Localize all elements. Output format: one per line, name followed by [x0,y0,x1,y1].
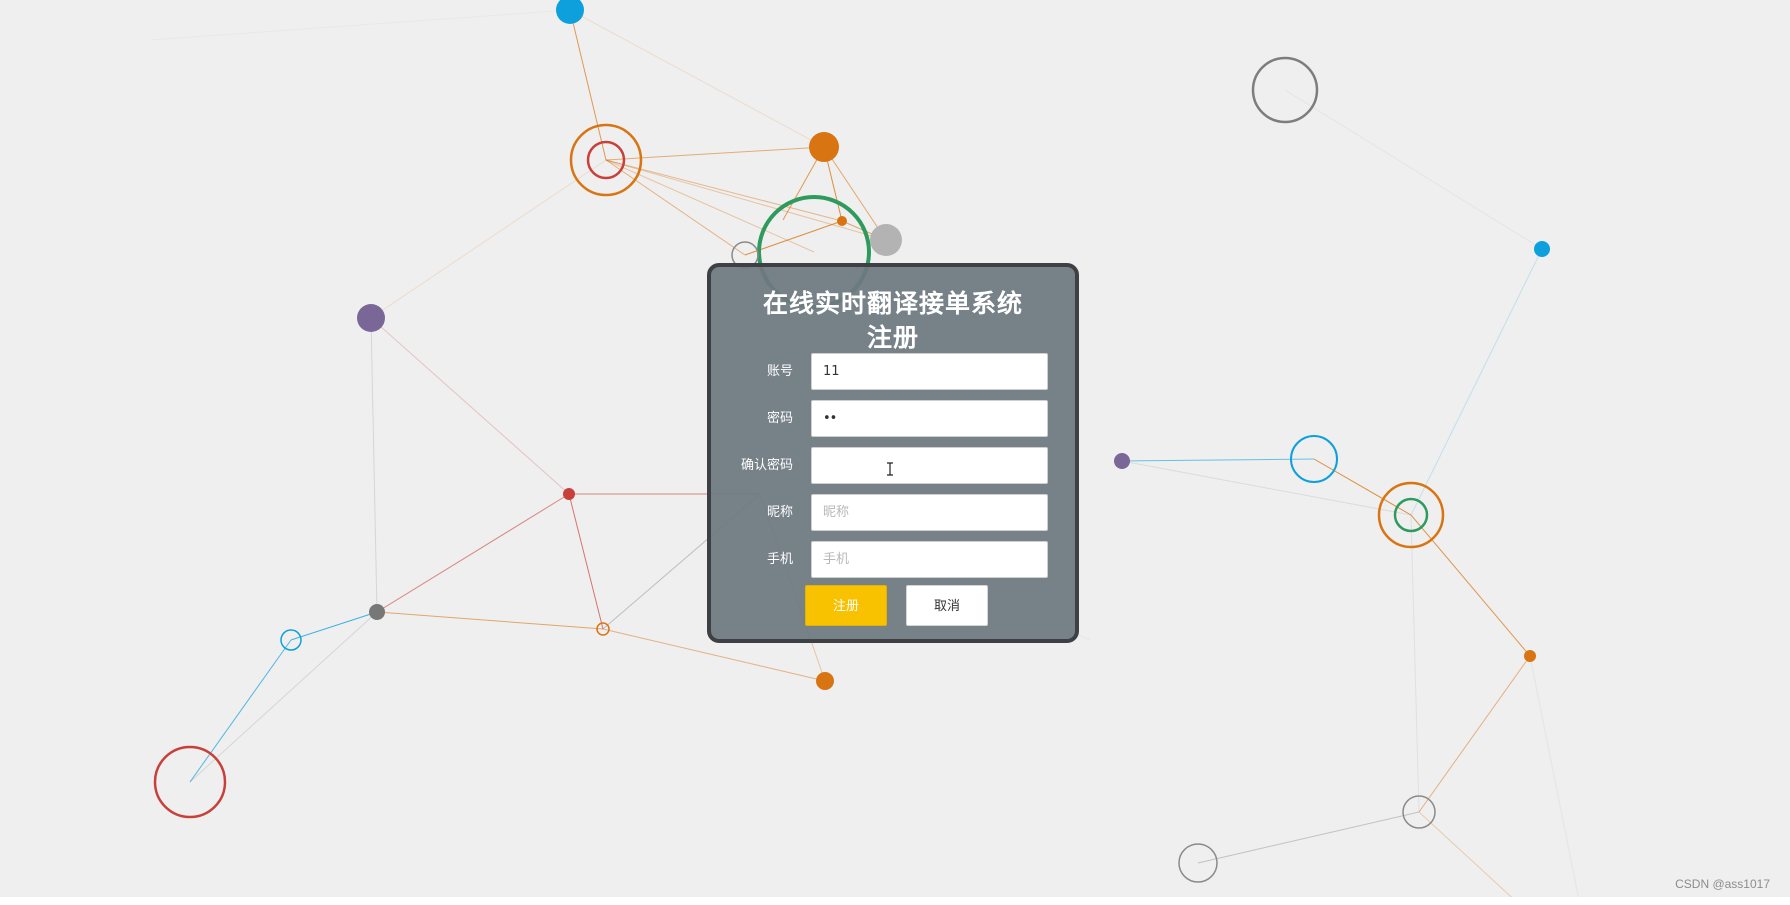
cancel-button[interactable]: 取消 [906,585,988,626]
node-gray [870,224,902,256]
password-input[interactable] [811,400,1048,437]
account-label: 账号 [766,364,793,379]
field-row-confirm-password: 确认密码 [711,447,1075,484]
phone-label: 手机 [766,552,793,567]
confirm-password-input[interactable] [811,447,1048,484]
node-orange-small [837,216,847,226]
system-title: 在线实时翻译接单系统 [762,289,1023,318]
node-blue-small [1534,241,1550,257]
field-row-nickname: 昵称 [711,494,1075,531]
node-purple-small [1114,453,1130,469]
node-orange-right-small [1524,650,1536,662]
field-row-account: 账号 [711,353,1075,390]
node-orange [809,132,839,162]
node-red-small [563,488,575,500]
password-label: 密码 [766,411,793,426]
register-dialog: 在线实时翻译接单系统 注册 账号 密码 确认密码 昵称 手机 注册 取消 [707,263,1079,643]
node-orange-bottom [816,672,834,690]
account-input[interactable] [811,353,1048,390]
field-row-password: 密码 [711,400,1075,437]
nickname-label: 昵称 [766,505,793,520]
bottom-band [0,897,1790,905]
dialog-title: 在线实时翻译接单系统 注册 [711,287,1075,355]
phone-input[interactable] [811,541,1048,578]
watermark: CSDN @ass1017 [1675,877,1770,891]
nickname-input[interactable] [811,494,1048,531]
node-dark-gray [369,604,385,620]
text-cursor-icon [887,462,893,476]
node-blue [556,0,584,24]
register-button[interactable]: 注册 [805,585,887,626]
page: 在线实时翻译接单系统 注册 账号 密码 确认密码 昵称 手机 注册 取消 [0,0,1790,905]
field-row-phone: 手机 [711,541,1075,578]
node-purple [357,304,385,332]
register-title: 注册 [866,323,919,352]
confirm-password-label: 确认密码 [740,458,793,473]
